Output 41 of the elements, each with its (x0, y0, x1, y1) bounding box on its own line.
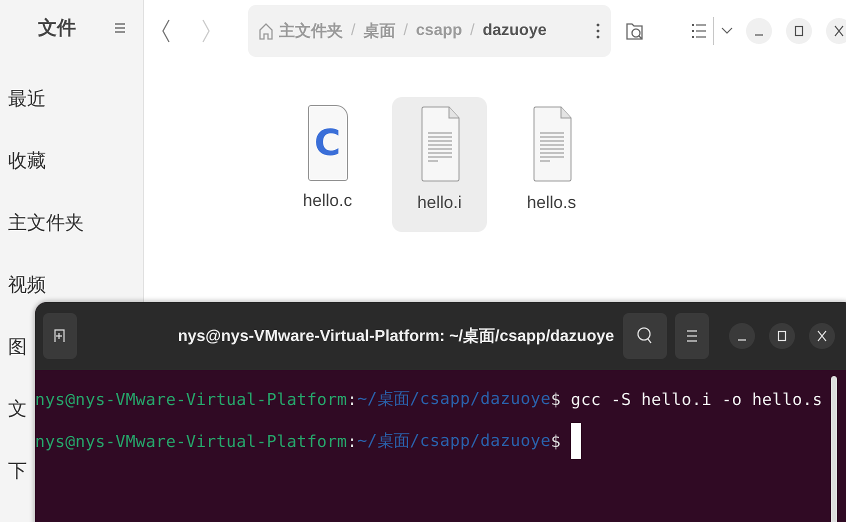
list-view-icon[interactable] (691, 22, 707, 40)
path-separator: / (469, 22, 476, 40)
more-icon[interactable] (595, 22, 601, 40)
close-button[interactable] (809, 323, 835, 349)
menu-icon[interactable] (113, 21, 127, 35)
sidebar-item[interactable]: 下 (8, 460, 27, 482)
file-item[interactable]: hello.i (392, 97, 487, 232)
sidebar-item[interactable]: 收藏 (8, 150, 46, 172)
file-item[interactable]: hello.s (504, 97, 599, 232)
home-icon (258, 21, 274, 41)
sidebar-item[interactable]: 图 (8, 336, 27, 358)
sidebar-item[interactable]: 文 (8, 398, 27, 420)
maximize-button[interactable] (786, 18, 812, 44)
window-title: nys@nys-VMware-Virtual-Platform: ~/桌面/csapp/dazuoye (176, 326, 615, 346)
sidebar-item[interactable]: 主文件夹 (8, 212, 84, 234)
prompt-user: nys@nys-VMware-Virtual-Platform (35, 432, 348, 450)
minimize-button[interactable] (729, 323, 755, 349)
prompt-symbol: $ (550, 390, 561, 408)
prompt-user: nys@nys-VMware-Virtual-Platform (35, 390, 348, 408)
prompt-path: ~/桌面/csapp/dazuoye (357, 388, 551, 410)
prompt-path: ~/桌面/csapp/dazuoye (357, 430, 551, 452)
path-segment[interactable]: dazuoye (482, 22, 547, 40)
prompt-symbol: $ (550, 432, 561, 450)
back-icon[interactable] (160, 18, 172, 44)
text-file-icon (418, 105, 460, 183)
scrollbar[interactable] (831, 376, 837, 522)
prompt-colon: : (347, 432, 358, 450)
path-separator: / (402, 22, 409, 40)
app-title: 文件 (38, 16, 76, 41)
file-item[interactable]: C hello.c (280, 97, 375, 232)
path-separator: / (350, 22, 356, 40)
sidebar-item[interactable]: 视频 (8, 274, 46, 296)
prompt-colon: : (347, 390, 358, 408)
maximize-button[interactable] (769, 323, 795, 349)
c-file-icon: C (308, 105, 348, 181)
text-file-icon (530, 105, 572, 183)
close-button[interactable] (826, 18, 846, 44)
sidebar-item[interactable]: 最近 (8, 88, 46, 110)
new-tab-button[interactable] (43, 313, 77, 359)
command-text: gcc -S hello.i -o hello.s (570, 390, 822, 408)
search-button[interactable] (623, 313, 667, 359)
